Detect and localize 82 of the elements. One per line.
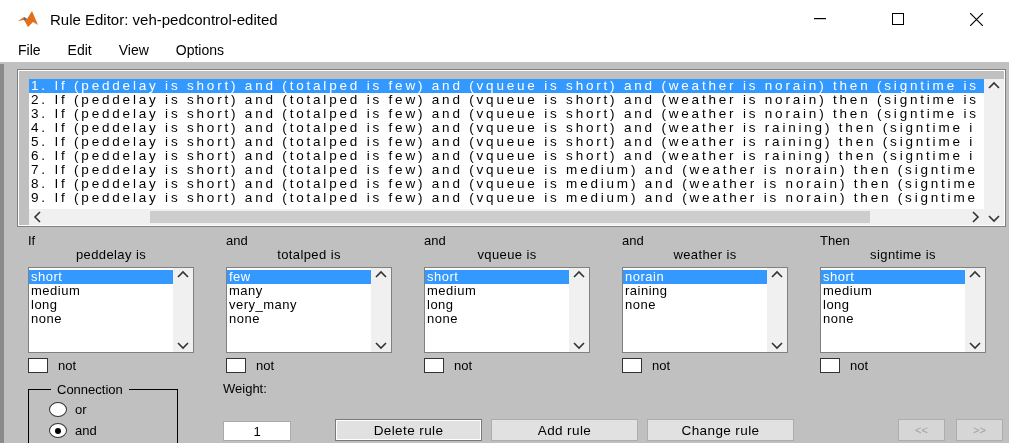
vertical-scrollbar[interactable]: [569, 268, 589, 352]
variable-label: totalped is: [277, 248, 341, 262]
membership-item[interactable]: long: [821, 298, 965, 312]
not-label: not: [850, 358, 869, 373]
rule-button[interactable]: Delete rule: [335, 419, 482, 441]
connector-label: and: [424, 234, 447, 248]
membership-item[interactable]: none: [29, 312, 173, 326]
app-logo-icon: [18, 11, 38, 27]
not-label: not: [58, 358, 77, 373]
horizontal-scrollbar[interactable]: [29, 209, 984, 225]
not-label: not: [652, 358, 671, 373]
membership-item[interactable]: long: [425, 298, 569, 312]
scroll-up-icon[interactable]: [969, 270, 981, 278]
scroll-down-icon[interactable]: [177, 342, 189, 350]
scroll-down-icon[interactable]: [573, 342, 585, 350]
variable-label: peddelay is: [75, 248, 147, 262]
rule-button[interactable]: Add rule: [491, 419, 638, 441]
rule-button[interactable]: Change rule: [647, 419, 794, 441]
scroll-down-icon[interactable]: [375, 342, 387, 350]
variable-label: signtime is: [870, 248, 936, 262]
not-label: not: [256, 358, 275, 373]
membership-item[interactable]: none: [425, 312, 569, 326]
connector-label: and: [622, 234, 645, 248]
scroll-up-icon[interactable]: [771, 270, 783, 278]
rule-item[interactable]: 9. If (peddelay is short) and (totalped is few) and (vqueue is medium) and (weather is norain) then (signtime: [29, 191, 984, 205]
membership-item[interactable]: medium: [425, 284, 569, 298]
scroll-up-icon[interactable]: [177, 270, 189, 278]
not-checkbox[interactable]: [424, 358, 444, 373]
rule-item[interactable]: 6. If (peddelay is short) and (totalped is few) and (vqueue is short) and (weather is raining) then (signtime i: [29, 149, 984, 163]
rule-item[interactable]: 7. If (peddelay is short) and (totalped is few) and (vqueue is medium) and (weather is norain) then (signtime: [29, 163, 984, 177]
membership-item[interactable]: medium: [821, 284, 965, 298]
weight-field[interactable]: 1: [223, 421, 291, 441]
rule-item[interactable]: 5. If (peddelay is short) and (totalped is few) and (vqueue is short) and (weather is raining) then (signtime i: [29, 135, 984, 149]
scroll-left-icon[interactable]: [33, 211, 41, 223]
membership-item[interactable]: medium: [29, 284, 173, 298]
membership-item[interactable]: many: [227, 284, 371, 298]
not-checkbox[interactable]: [28, 358, 48, 373]
scroll-up-icon[interactable]: [988, 81, 1000, 89]
close-icon: [969, 12, 983, 26]
scroll-up-icon[interactable]: [375, 270, 387, 278]
radio-button[interactable]: [49, 423, 67, 438]
variable-label: vqueue is: [477, 248, 537, 262]
radio-label: and: [75, 423, 97, 438]
maximize-icon: [892, 13, 904, 25]
membership-item[interactable]: none: [227, 312, 371, 326]
rule-item[interactable]: 2. If (peddelay is short) and (totalped is few) and (vqueue is short) and (weather is norain) then (signtime is: [29, 93, 984, 107]
menu-item[interactable]: Edit: [67, 42, 109, 58]
vertical-scrollbar[interactable]: [173, 268, 193, 352]
scroll-right-icon[interactable]: [972, 211, 980, 223]
not-checkbox[interactable]: [820, 358, 840, 373]
menu-item[interactable]: File: [18, 42, 58, 58]
scroll-down-icon[interactable]: [771, 342, 783, 350]
vertical-scrollbar[interactable]: [371, 268, 391, 352]
radio-label: or: [75, 402, 87, 417]
variable-label: weather is: [673, 248, 737, 262]
menu-item[interactable]: Options: [175, 42, 242, 58]
membership-item[interactable]: none: [821, 312, 965, 326]
not-checkbox[interactable]: [622, 358, 642, 373]
vertical-scrollbar[interactable]: [965, 268, 985, 352]
connector-label: Then: [820, 234, 851, 248]
not-label: not: [454, 358, 473, 373]
connector-label: and: [226, 234, 249, 248]
vertical-scrollbar[interactable]: [767, 268, 787, 352]
membership-item[interactable]: none: [623, 298, 767, 312]
connector-label: If: [28, 234, 37, 248]
window-title: Rule Editor: veh-pedcontrol-edited: [50, 10, 279, 28]
vertical-scrollbar[interactable]: [984, 79, 1004, 225]
radio-button[interactable]: [49, 402, 67, 417]
weight-label: Weight:: [223, 381, 268, 396]
minimize-icon: [814, 18, 826, 20]
menu-item[interactable]: View: [118, 42, 166, 58]
scroll-up-icon[interactable]: [573, 270, 585, 278]
scroll-down-icon[interactable]: [988, 215, 1000, 223]
connection-title: Connection: [51, 382, 129, 397]
rule-item[interactable]: 4. If (peddelay is short) and (totalped is few) and (vqueue is short) and (weather is raining) then (signtime i: [29, 121, 984, 135]
not-checkbox[interactable]: [226, 358, 246, 373]
membership-item[interactable]: raining: [623, 284, 767, 298]
membership-item[interactable]: very_many: [227, 298, 371, 312]
scroll-down-icon[interactable]: [969, 342, 981, 350]
rule-item[interactable]: 8. If (peddelay is short) and (totalped is few) and (vqueue is medium) and (weather is norain) then (signtime: [29, 177, 984, 191]
rule-item[interactable]: 3. If (peddelay is short) and (totalped is few) and (vqueue is short) and (weather is norain) then (signtime is: [29, 107, 984, 121]
membership-item[interactable]: long: [29, 298, 173, 312]
